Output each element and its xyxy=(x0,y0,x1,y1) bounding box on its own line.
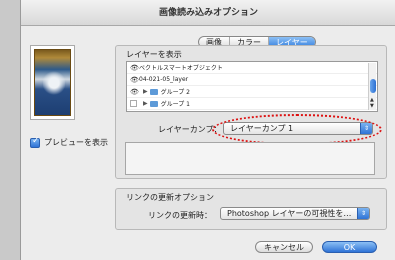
layers-group-label: レイヤーを表示 xyxy=(124,49,184,60)
layer-name: ベクトルスマートオブジェクト xyxy=(139,65,223,72)
link-update-group-label: リンクの更新オプション xyxy=(124,192,216,203)
folder-icon xyxy=(149,88,158,95)
preview-checkbox[interactable] xyxy=(30,136,40,148)
disclosure-triangle-icon[interactable]: ▶ xyxy=(143,88,148,95)
folder-icon xyxy=(149,100,158,107)
eye-icon[interactable]: 👁 xyxy=(130,64,139,72)
layer-name: グループ 2 xyxy=(160,89,190,96)
disclosure-triangle-icon[interactable]: ▶ xyxy=(143,100,148,107)
cancel-button[interactable]: キャンセル xyxy=(255,241,313,253)
eye-icon[interactable]: 👁 xyxy=(130,88,139,96)
layer-list-scrollbar[interactable]: ▲ ▼ xyxy=(368,63,376,110)
ok-button[interactable]: OK xyxy=(322,241,377,253)
preview-toggle[interactable]: プレビューを表示 xyxy=(30,136,108,148)
layer-name: グループ 1 xyxy=(160,101,190,108)
layer-row[interactable]: 👁 04-021-05_layer xyxy=(127,74,377,86)
layer-list[interactable]: 👁 ベクトルスマートオブジェクト 👁 04-021-05_layer 👁 ▶ グ… xyxy=(126,61,378,112)
layer-comp-description xyxy=(125,142,375,175)
layer-row[interactable]: 👁 ベクトルスマートオブジェクト xyxy=(127,62,377,74)
layer-row[interactable]: ▶ グループ 1 xyxy=(127,98,377,110)
dropdown-arrows-icon[interactable]: ⇕ xyxy=(357,208,369,219)
preview-image xyxy=(34,49,71,116)
eye-icon[interactable]: 👁 xyxy=(130,76,139,84)
link-update-label: リンクの更新時： xyxy=(148,211,212,220)
dialog-title: 画像読み込みオプション xyxy=(21,0,395,26)
scroll-thumb[interactable] xyxy=(370,79,376,93)
preview-label: プレビューを表示 xyxy=(44,138,108,147)
link-update-select[interactable]: Photoshop レイヤーの可視性を… ⇕ xyxy=(220,207,370,220)
layer-row[interactable]: 👁 ▶ グループ 2 xyxy=(127,86,377,98)
scroll-down-icon[interactable]: ▼ xyxy=(370,103,374,109)
highlight-annotation xyxy=(212,114,382,145)
eye-empty-icon[interactable] xyxy=(130,100,137,107)
preview-thumbnail xyxy=(30,45,75,120)
layer-name: 04-021-05_layer xyxy=(139,76,189,83)
link-update-value: Photoshop レイヤーの可視性を… xyxy=(227,209,352,218)
